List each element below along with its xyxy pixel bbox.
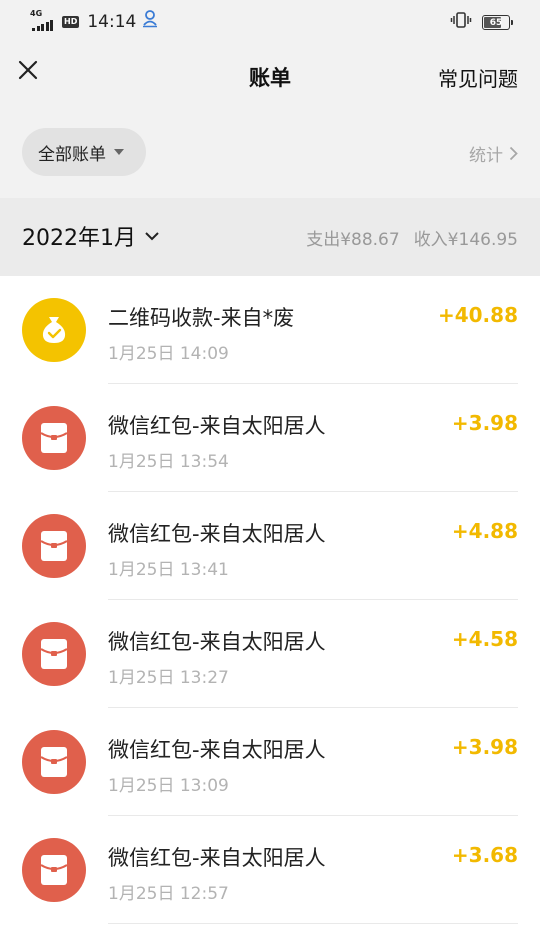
stats-label: 统计: [469, 146, 503, 166]
transaction-row[interactable]: 二维码收款-来自*废 1月25日 14:09 +40.88: [0, 276, 540, 384]
transaction-row[interactable]: 微信红包-来自太阳居人 1月25日 13:09 +3.98: [0, 708, 540, 816]
transaction-amount: +3.98: [451, 411, 518, 435]
status-left: 4G HD 14:14: [30, 8, 158, 33]
transaction-amount: +40.88: [437, 303, 518, 327]
transaction-amount: +3.98: [451, 735, 518, 759]
transaction-row[interactable]: 微信红包-来自太阳居人 1月25日 12:57 +3.68: [0, 816, 540, 924]
transaction-list: 二维码收款-来自*废 1月25日 14:09 +40.88 微信红包-来自太阳居…: [0, 276, 540, 924]
red-packet-icon: [22, 406, 86, 470]
transaction-time: 1月25日 13:41: [108, 560, 229, 580]
vibrate-icon: [450, 11, 472, 34]
battery-icon: 65: [482, 15, 513, 30]
red-packet-icon: [22, 730, 86, 794]
red-packet-icon: [22, 622, 86, 686]
filter-row: 全部账单 统计: [0, 110, 540, 198]
all-bills-filter[interactable]: 全部账单: [22, 128, 146, 176]
stats-link[interactable]: 统计: [469, 141, 518, 166]
status-right: 65: [450, 11, 513, 34]
transaction-row[interactable]: 微信红包-来自太阳居人 1月25日 13:54 +3.98: [0, 384, 540, 492]
hd-badge: HD: [62, 15, 80, 28]
red-packet-icon: [22, 838, 86, 902]
location-person-icon: [142, 10, 158, 33]
transaction-title: 微信红包-来自太阳居人: [108, 846, 326, 870]
transaction-title: 微信红包-来自太阳居人: [108, 414, 326, 438]
transaction-time: 1月25日 13:54: [108, 452, 229, 472]
month-selector[interactable]: 2022年1月: [22, 220, 160, 252]
money-bag-icon: [22, 298, 86, 362]
network-type: 4G: [30, 8, 43, 18]
battery-level: 65: [489, 17, 503, 28]
status-time: 14:14: [87, 11, 137, 32]
transaction-title: 二维码收款-来自*废: [108, 306, 295, 330]
transaction-amount: +3.68: [451, 843, 518, 867]
network-indicator: 4G: [30, 8, 56, 32]
transaction-row[interactable]: 微信红包-来自太阳居人 1月25日 13:27 +4.58: [0, 600, 540, 708]
transaction-time: 1月25日 13:27: [108, 668, 229, 688]
red-packet-icon: [22, 514, 86, 578]
transaction-time: 1月25日 13:09: [108, 776, 229, 796]
transaction-row[interactable]: 微信红包-来自太阳居人 1月25日 13:41 +4.88: [0, 492, 540, 600]
month-row: 2022年1月 支出¥88.67 收入¥146.95: [0, 198, 540, 276]
month-income: 收入¥146.95: [413, 230, 518, 250]
transaction-amount: +4.58: [451, 627, 518, 651]
signal-icon: [32, 19, 53, 31]
caret-down-icon: [114, 149, 124, 155]
transaction-amount: +4.88: [451, 519, 518, 543]
transaction-title: 微信红包-来自太阳居人: [108, 522, 326, 546]
transaction-time: 1月25日 12:57: [108, 884, 229, 904]
transaction-title: 微信红包-来自太阳居人: [108, 738, 326, 762]
nav-bar: 账单 常见问题: [0, 42, 540, 110]
faq-link[interactable]: 常见问题: [438, 63, 518, 92]
transaction-title: 微信红包-来自太阳居人: [108, 630, 326, 654]
month-label: 2022年1月: [22, 226, 136, 251]
chevron-down-icon: [145, 232, 159, 241]
app-root: 4G HD 14:14 65 账单 常见问题 全部账单 统计 2022年1月 支…: [0, 0, 540, 934]
status-bar: 4G HD 14:14 65: [0, 0, 540, 42]
all-bills-label: 全部账单: [38, 144, 106, 165]
month-expense: 支出¥88.67: [306, 230, 400, 250]
chevron-right-icon: [509, 146, 518, 161]
transaction-time: 1月25日 14:09: [108, 344, 229, 364]
month-summary: 支出¥88.67 收入¥146.95: [306, 225, 518, 250]
